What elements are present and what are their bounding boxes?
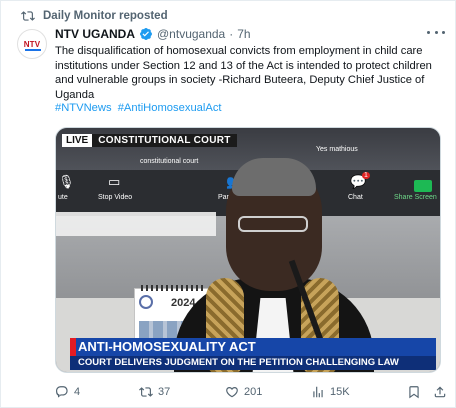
zoom-participant-name: constitutional court [140,158,199,165]
views-button[interactable]: 15K [311,385,350,399]
zoom-toolbar-label: Share Screen [394,194,437,201]
reply-count: 4 [74,386,81,398]
headline-accent [70,338,76,356]
more-options-button[interactable] [427,25,445,39]
court-seal-icon [139,295,153,309]
share-screen-icon [414,180,432,192]
tweet-text: The disqualification of homosexual convi… [55,45,432,101]
calendar-rings [141,285,205,291]
heart-icon [226,387,238,398]
judge-hair [232,158,316,196]
chat-count-badge: 1 [362,172,370,179]
news-headline: ANTI-HOMOSEXUALITY ACT [70,338,436,356]
media-light-strip [56,212,216,236]
bookmark-icon [409,386,419,399]
zoom-participant-name: Yes mathious [316,146,358,153]
verified-badge-icon[interactable] [139,27,153,41]
share-button[interactable] [433,385,447,399]
tweet-media-image[interactable]: constitutional court Yes mathious 🎙 ute … [55,127,441,373]
live-label: LIVE [62,134,93,147]
author-handle[interactable]: @ntvuganda [157,27,225,41]
live-badge: LIVE CONSTITUTIONAL COURT [62,134,237,147]
repost-indicator[interactable]: Daily Monitor reposted [21,9,168,23]
zoom-toolbar-label: ute [58,194,68,201]
repost-icon [139,387,153,397]
tweet-time[interactable]: 7h [237,27,250,41]
more-dot-icon [442,30,445,34]
repost-button[interactable]: 37 [139,385,170,399]
more-dot-icon [434,30,438,34]
avatar-logo-bar [25,49,41,51]
like-button[interactable]: 201 [225,385,262,399]
repost-label: Daily Monitor reposted [43,10,168,22]
repost-icon [21,11,35,21]
zoom-toolbar-label: Stop Video [98,194,133,201]
more-dot-icon [427,30,430,34]
tweet-header: NTV UGANDA @ntvuganda · 7h [55,27,251,41]
author-name[interactable]: NTV UGANDA [55,27,135,41]
views-count: 15K [330,386,350,398]
repost-count: 37 [158,386,171,398]
channel-label: CONSTITUTIONAL COURT [92,134,237,147]
like-count: 201 [244,386,263,398]
tweet-actions: 4 37 201 15K [55,385,447,401]
zoom-toolbar-label: Chat [348,194,363,201]
mic-icon: 🎙 [58,174,75,189]
avatar[interactable]: NTV [17,29,47,59]
news-lower-third: ANTI-HOMOSEXUALITY ACT COURT DELIVERS JU… [56,338,440,372]
separator-dot: · [229,27,234,41]
reply-icon [56,386,68,398]
hashtag-link[interactable]: #AntiHomosexualAct [118,102,222,114]
news-subheadline: COURT DELIVERS JUDGMENT ON THE PETITION … [70,356,436,370]
video-camera-icon: ▭ [108,174,121,189]
reply-button[interactable]: 4 [55,385,80,399]
share-icon [434,386,446,398]
news-headline-text: ANTI-HOMOSEXUALITY ACT [78,339,256,354]
avatar-logo-text: NTV [23,39,41,49]
hashtags: #NTVNews #AntiHomosexualAct [55,102,225,114]
views-chart-icon [313,386,323,398]
tweet-card[interactable]: Daily Monitor reposted NTV NTV UGANDA @n… [0,0,456,408]
hashtag-link[interactable]: #NTVNews [55,102,112,114]
bookmark-button[interactable] [407,385,421,399]
judge-glasses [238,216,308,232]
